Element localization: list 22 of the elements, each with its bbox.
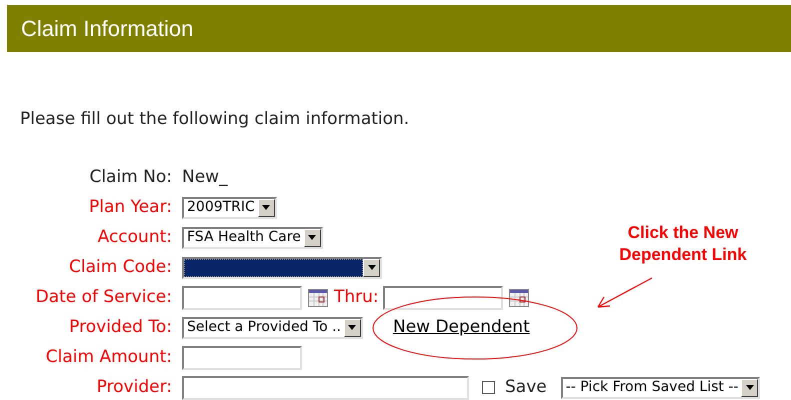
field-label: Date of Service:: [36, 286, 172, 309]
dropdown-field[interactable]: 2009TRIC: [182, 196, 277, 218]
field-label: Claim Amount:: [46, 346, 172, 369]
page-title: Claim Information: [21, 15, 194, 43]
field-label: Provided To:: [69, 316, 172, 339]
annotation-text: Click the New Dependent Link: [618, 222, 748, 266]
dropdown-value: -- Pick From Saved List --: [566, 378, 738, 397]
dropdown-field[interactable]: Select a Provided To ..: [182, 316, 363, 338]
dropdown-field[interactable]: -- Pick From Saved List --: [560, 376, 760, 398]
dropdown-value: 2009TRIC: [187, 198, 255, 217]
field-label: Plan Year:: [89, 196, 172, 219]
dropdown-value: FSA Health Care: [187, 228, 301, 247]
dropdown-value: Select a Provided To ..: [187, 318, 341, 337]
dropdown-field[interactable]: FSA Health Care: [182, 226, 323, 248]
field-label: Thru:: [334, 286, 379, 309]
field-label: Provider:: [96, 376, 172, 399]
intro-text: Please fill out the following claim information.: [20, 108, 410, 131]
checkbox-label: Save: [505, 376, 547, 399]
claim-number: New_: [182, 166, 228, 189]
field-label: Claim Code:: [69, 256, 172, 279]
field-label: Account:: [98, 226, 172, 249]
field-label: Claim No:: [89, 166, 172, 189]
